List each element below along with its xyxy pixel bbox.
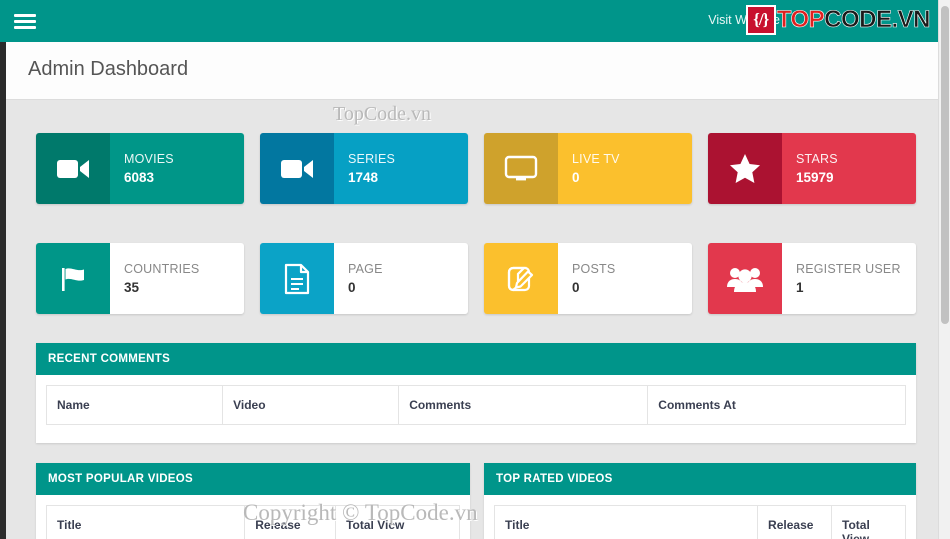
stat-card-icon-panel: [36, 133, 110, 204]
stat-card-label: STARS: [796, 151, 838, 166]
document-icon: [284, 263, 310, 294]
flag-icon: [62, 267, 84, 291]
logo-text-top: TOP: [776, 6, 825, 34]
stat-cards-row-1: MOVIES 6083 SERIES 1748 LIVE TV 0 STARS …: [36, 133, 916, 204]
stat-card-series[interactable]: SERIES 1748: [260, 133, 468, 204]
stat-card-label: LIVE TV: [572, 151, 620, 166]
stat-card-body: POSTS 0: [558, 243, 692, 314]
topcode-logo[interactable]: {/} TOPCODE.VN: [745, 5, 931, 35]
admin-dashboard-page: Visit Website {/} TOPCODE.VN Admin Dashb…: [0, 0, 950, 539]
stat-card-page[interactable]: PAGE 0: [260, 243, 468, 314]
stat-card-value: 0: [572, 169, 580, 185]
stat-card-body: MOVIES 6083: [110, 133, 244, 204]
page-scrollbar[interactable]: [938, 0, 950, 539]
column-header-name[interactable]: Name: [45, 385, 224, 425]
stat-card-movies[interactable]: MOVIES 6083: [36, 133, 244, 204]
column-header-release[interactable]: Release: [244, 505, 337, 539]
panel-body: Title Release Total View: [36, 495, 470, 539]
column-header-title[interactable]: Title: [45, 505, 246, 539]
watermark-top: TopCode.vn: [333, 103, 432, 125]
hamburger-menu-icon[interactable]: [14, 10, 36, 32]
stat-cards-row-2: COUNTRIES 35 PAGE 0 POSTS 0 REGISTER USE…: [36, 243, 916, 314]
stat-card-icon-panel: [260, 133, 334, 204]
column-header-release[interactable]: Release: [757, 505, 833, 539]
video-camera-icon: [281, 159, 313, 178]
table-header-row: Title Release Total View: [45, 505, 460, 539]
stat-card-body: SERIES 1748: [334, 133, 468, 204]
users-group-icon: [727, 267, 763, 292]
hamburger-bar: [14, 25, 36, 29]
stat-card-value: 15979: [796, 169, 834, 185]
panel-title: TOP RATED VIDEOS: [484, 463, 916, 495]
page-header: Admin Dashboard: [6, 42, 938, 100]
stat-card-label: SERIES: [348, 151, 396, 166]
stat-card-icon-panel: [36, 243, 110, 314]
stat-card-icon-panel: [260, 243, 334, 314]
logo-text-code: CODE.VN: [824, 6, 931, 34]
sidebar-rail: [0, 42, 6, 539]
panel-title: RECENT COMMENTS: [36, 343, 916, 375]
stat-card-register-user[interactable]: REGISTER USER 1: [708, 243, 916, 314]
stat-card-countries[interactable]: COUNTRIES 35: [36, 243, 244, 314]
stat-card-value: 1748: [348, 169, 379, 185]
stat-card-icon-panel: [484, 243, 558, 314]
stat-card-body: PAGE 0: [334, 243, 468, 314]
most-popular-videos-table: Title Release Total View: [45, 505, 460, 539]
stat-card-posts[interactable]: POSTS 0: [484, 243, 692, 314]
stat-card-label: POSTS: [572, 261, 616, 276]
top-rated-videos-panel: TOP RATED VIDEOS Title Release Total Vie…: [484, 463, 916, 539]
table-header-row: Title Release Total View: [493, 505, 906, 539]
stat-card-value: 6083: [124, 169, 155, 185]
logo-text: TOPCODE.VN: [776, 5, 931, 35]
stat-card-icon-panel: [708, 133, 782, 204]
column-header-video[interactable]: Video: [222, 385, 400, 425]
stat-card-value: 0: [348, 279, 356, 295]
stat-card-value: 1: [796, 279, 804, 295]
tv-monitor-icon: [504, 155, 538, 180]
stat-card-value: 35: [124, 279, 140, 295]
column-header-total-view[interactable]: Total View: [831, 505, 906, 539]
column-header-total-view[interactable]: Total View: [335, 505, 460, 539]
video-camera-icon: [57, 159, 89, 178]
stat-card-live-tv[interactable]: LIVE TV 0: [484, 133, 692, 204]
top-rated-videos-table: Title Release Total View: [493, 505, 906, 539]
panel-body: Title Release Total View: [484, 495, 916, 539]
stat-card-body: LIVE TV 0: [558, 133, 692, 204]
table-header-row: Name Video Comments Comments At: [45, 385, 906, 425]
stat-card-icon-panel: [484, 133, 558, 204]
column-header-comments-at[interactable]: Comments At: [647, 385, 906, 425]
dashboard-content: TopCode.vn MOVIES 6083 SERIES 1748 LIVE …: [6, 100, 938, 539]
most-popular-videos-panel: MOST POPULAR VIDEOS Title Release Total …: [36, 463, 470, 539]
column-header-comments[interactable]: Comments: [398, 385, 649, 425]
recent-comments-table: Name Video Comments Comments At: [45, 385, 906, 425]
recent-comments-panel: RECENT COMMENTS Name Video Comments Comm…: [36, 343, 916, 443]
edit-pencil-icon: [507, 266, 534, 291]
stat-card-body: STARS 15979: [782, 133, 916, 204]
stat-card-body: REGISTER USER 1: [782, 243, 916, 314]
stat-card-icon-panel: [708, 243, 782, 314]
hamburger-bar: [14, 13, 36, 17]
scrollbar-thumb[interactable]: [941, 6, 949, 324]
stat-card-label: MOVIES: [124, 151, 174, 166]
stat-card-label: REGISTER USER: [796, 261, 901, 276]
logo-mark-icon: {/}: [745, 5, 776, 35]
panel-body: Name Video Comments Comments At: [36, 375, 916, 425]
top-navigation-bar: Visit Website {/} TOPCODE.VN: [0, 0, 938, 42]
stat-card-label: COUNTRIES: [124, 261, 200, 276]
star-icon: [730, 154, 760, 183]
stat-card-stars[interactable]: STARS 15979: [708, 133, 916, 204]
stat-card-label: PAGE: [348, 261, 383, 276]
hamburger-bar: [14, 19, 36, 23]
stat-card-body: COUNTRIES 35: [110, 243, 244, 314]
page-title: Admin Dashboard: [28, 58, 189, 80]
stat-card-value: 0: [572, 279, 580, 295]
column-header-title[interactable]: Title: [493, 505, 759, 539]
panel-title: MOST POPULAR VIDEOS: [36, 463, 470, 495]
